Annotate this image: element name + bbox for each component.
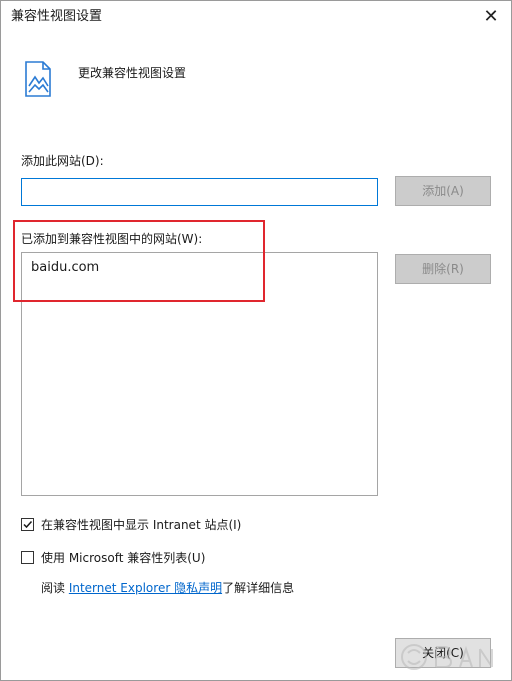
- compat-view-page-icon: [25, 61, 51, 97]
- intranet-option[interactable]: 在兼容性视图中显示 Intranet 站点(I): [21, 517, 321, 533]
- site-list[interactable]: baidu.com: [21, 252, 378, 496]
- header-text: 更改兼容性视图设置: [78, 66, 187, 80]
- add-site-input[interactable]: [21, 178, 378, 206]
- sites-list-label: 已添加到兼容性视图中的网站(W):: [21, 232, 203, 246]
- ms-list-label: 使用 Microsoft 兼容性列表(U): [41, 551, 206, 565]
- compat-view-dialog: 兼容性视图设置 ✕ 更改兼容性视图设置 添加此网站(D): 添加(A) 已添加到…: [0, 0, 512, 681]
- privacy-prefix: 阅读: [41, 581, 69, 595]
- close-button[interactable]: 关闭(C): [395, 638, 491, 668]
- intranet-label: 在兼容性视图中显示 Intranet 站点(I): [41, 518, 242, 532]
- ms-list-option[interactable]: 使用 Microsoft 兼容性列表(U): [21, 550, 321, 566]
- privacy-line: 阅读 Internet Explorer 隐私声明了解详细信息: [41, 580, 294, 596]
- intranet-checkbox[interactable]: [21, 518, 34, 531]
- privacy-suffix: 了解详细信息: [222, 581, 295, 595]
- add-button[interactable]: 添加(A): [395, 176, 491, 206]
- remove-button[interactable]: 删除(R): [395, 254, 491, 284]
- add-site-label: 添加此网站(D):: [21, 154, 104, 168]
- title-bar: 兼容性视图设置 ✕: [1, 1, 511, 33]
- privacy-link[interactable]: Internet Explorer 隐私声明: [69, 581, 222, 595]
- list-item[interactable]: baidu.com: [31, 259, 99, 277]
- ms-list-checkbox[interactable]: [21, 551, 34, 564]
- close-icon[interactable]: ✕: [479, 5, 503, 29]
- window-title: 兼容性视图设置: [11, 9, 103, 24]
- checkmark-icon: [23, 520, 33, 529]
